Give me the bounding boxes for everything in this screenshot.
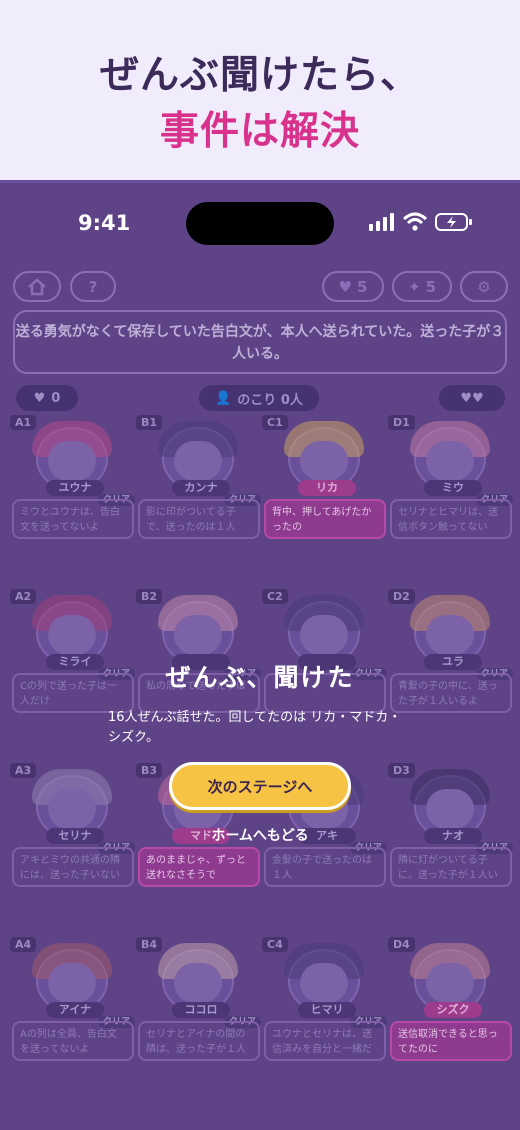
promo-header: ぜんぶ聞けたら、 事件は解決 xyxy=(0,0,520,183)
broken-heart-counter: ♥ 0 xyxy=(16,385,78,411)
broken-heart-icon: ♥ xyxy=(33,390,46,406)
cell-id: A2 xyxy=(10,589,37,604)
avatar-face xyxy=(300,963,348,1003)
avatar-face xyxy=(426,789,474,829)
testimony-bubble: 影に印がついてる子で、送ったのは１人 xyxy=(138,499,260,539)
dynamic-island xyxy=(186,202,334,245)
help-button[interactable]: ? xyxy=(70,271,116,302)
hearts-value: 5 xyxy=(357,277,368,296)
cell-id: A3 xyxy=(10,763,37,778)
suspect-cell[interactable]: D3ナオクリア隣に灯がついてる子に、送った子が１人いる xyxy=(388,763,518,937)
hearts-counter: ♥ 5 xyxy=(322,271,384,302)
testimony-bubble: ミウとユウナは、告白文を送ってないよ xyxy=(12,499,134,539)
hints-counter: ✦ 5 xyxy=(392,271,452,302)
suspect-cell[interactable]: C4ヒマリクリアユウナとセリナは、送信済みを自分と一緒だった xyxy=(262,937,392,1111)
avatar-face xyxy=(48,441,96,481)
home-button[interactable] xyxy=(13,271,61,302)
next-stage-button[interactable]: 次のステージへ xyxy=(169,762,351,810)
cell-id: A1 xyxy=(10,415,37,430)
broken-heart-value: 0 xyxy=(51,390,61,406)
suspect-name: カンナ xyxy=(172,480,230,496)
suspect-cell[interactable]: A3 セリナ クリア アキとミウの共通の隣には、送った子いない xyxy=(10,763,140,937)
heart-icon: ♥ xyxy=(338,277,352,296)
back-home-link[interactable]: ホームへもどる xyxy=(0,825,520,845)
suspect-name: ミウ xyxy=(424,480,482,496)
testimony-bubble: セリナとアイナの間の隣は、送った子が１人いる xyxy=(138,1021,260,1061)
avatar-face xyxy=(174,615,222,655)
cell-id: D4 xyxy=(388,937,415,952)
phone-screen: 9:41 ? ♥ 5 ✦ 5 ⚙ 送る勇気がなくて保存していた告白文が、本人へ送られ… xyxy=(0,183,520,1130)
result-message: 16人ぜんぶ話せた。回してたのは リカ・マドカ・シズク。 xyxy=(108,710,402,745)
settings-button[interactable]: ⚙ xyxy=(460,271,508,302)
avatar-face xyxy=(48,963,96,1003)
person-add-icon: 👤 xyxy=(215,390,232,406)
suspect-name: アイナ xyxy=(46,1002,104,1018)
question-icon: ? xyxy=(88,277,98,296)
suspect-name: ココロ xyxy=(172,1002,230,1018)
testimony-bubble: 隣に灯がついてる子に、送った子が１人いる xyxy=(390,847,512,887)
testimony-bubble: 背中、押してあげたかったの xyxy=(264,499,386,539)
avatar-face xyxy=(426,615,474,655)
suspect-cell[interactable]: A4 アイナ クリア Aの列は全員、告白文を送ってないよ xyxy=(10,937,140,1111)
heart-icon: ♥♥ xyxy=(460,390,484,406)
cell-id: D3 xyxy=(388,763,415,778)
avatar-face xyxy=(426,963,474,1003)
suspect-cell[interactable]: D1 ミウ クリア セリナとヒマリは、送信ボタン触ってない xyxy=(388,415,518,589)
cell-id: C1 xyxy=(262,415,288,430)
suspect-cell[interactable]: B4ココロクリアセリナとアイナの間の隣は、送った子が１人いる xyxy=(136,937,266,1111)
remaining-counter: 👤 のこり 0人 xyxy=(199,385,319,411)
sparkle-icon: ✦ xyxy=(407,277,421,296)
cell-id: D1 xyxy=(388,415,415,430)
promo-headline: ぜんぶ聞けたら、 xyxy=(99,53,420,98)
avatar-face xyxy=(174,441,222,481)
avatar-face xyxy=(300,441,348,481)
status-time: 9:41 xyxy=(78,211,131,235)
found-hearts: ♥♥ xyxy=(439,385,505,411)
result-title: ぜんぶ、聞けた xyxy=(165,663,355,692)
cell-id: B2 xyxy=(136,589,163,604)
signal-icon xyxy=(369,213,394,231)
cell-id: C4 xyxy=(262,937,288,952)
testimony-bubble: アキとミウの共通の隣には、送った子いない xyxy=(12,847,134,887)
suspect-cell[interactable]: B1 カンナ クリア 影に印がついてる子で、送ったのは１人 xyxy=(136,415,266,589)
testimony-bubble: ユウナとセリナは、送信済みを自分と一緒だった xyxy=(264,1021,386,1061)
case-prompt: 送る勇気がなくて保存していた告白文が、本人へ送られていた。送った子が３人いる。 xyxy=(13,310,507,374)
avatar-face xyxy=(48,789,96,829)
suspect-cell[interactable]: D4 シズク送信取消できると思ってたのに xyxy=(388,937,518,1111)
home-icon xyxy=(28,277,46,295)
cell-id: D2 xyxy=(388,589,415,604)
cell-id: B4 xyxy=(136,937,163,952)
promo-headline-accent: 事件は解決 xyxy=(159,109,360,154)
remaining-value: のこり 0人 xyxy=(237,392,303,408)
cell-id: C2 xyxy=(262,589,288,604)
gear-icon: ⚙ xyxy=(477,277,491,296)
suspect-cell[interactable]: A1 ユウナ クリア ミウとユウナは、告白文を送ってないよ xyxy=(10,415,140,589)
suspect-name: リカ xyxy=(298,480,356,496)
avatar-face xyxy=(48,615,96,655)
avatar-face xyxy=(300,615,348,655)
avatar-face xyxy=(426,441,474,481)
cell-id: A4 xyxy=(10,937,37,952)
battery-icon xyxy=(435,213,472,231)
hints-value: 5 xyxy=(425,277,436,296)
cell-id: B3 xyxy=(136,763,163,778)
testimony-bubble: 金髪の子で送ったのは１人 xyxy=(264,847,386,887)
avatar-face xyxy=(174,963,222,1003)
suspect-name: ヒマリ xyxy=(298,1002,356,1018)
suspect-name: シズク xyxy=(424,1002,482,1018)
suspect-name: ユウナ xyxy=(46,480,104,496)
suspect-cell[interactable]: C1 リカ背中、押してあげたかったの xyxy=(262,415,392,589)
testimony-bubble: 送信取消できると思ってたのに xyxy=(390,1021,512,1061)
testimony-bubble: あのままじゃ、ずっと送れなさそうで xyxy=(138,847,260,887)
testimony-bubble: セリナとヒマリは、送信ボタン触ってない xyxy=(390,499,512,539)
testimony-bubble: Aの列は全員、告白文を送ってないよ xyxy=(12,1021,134,1061)
wifi-icon xyxy=(402,212,428,231)
cell-id: B1 xyxy=(136,415,163,430)
